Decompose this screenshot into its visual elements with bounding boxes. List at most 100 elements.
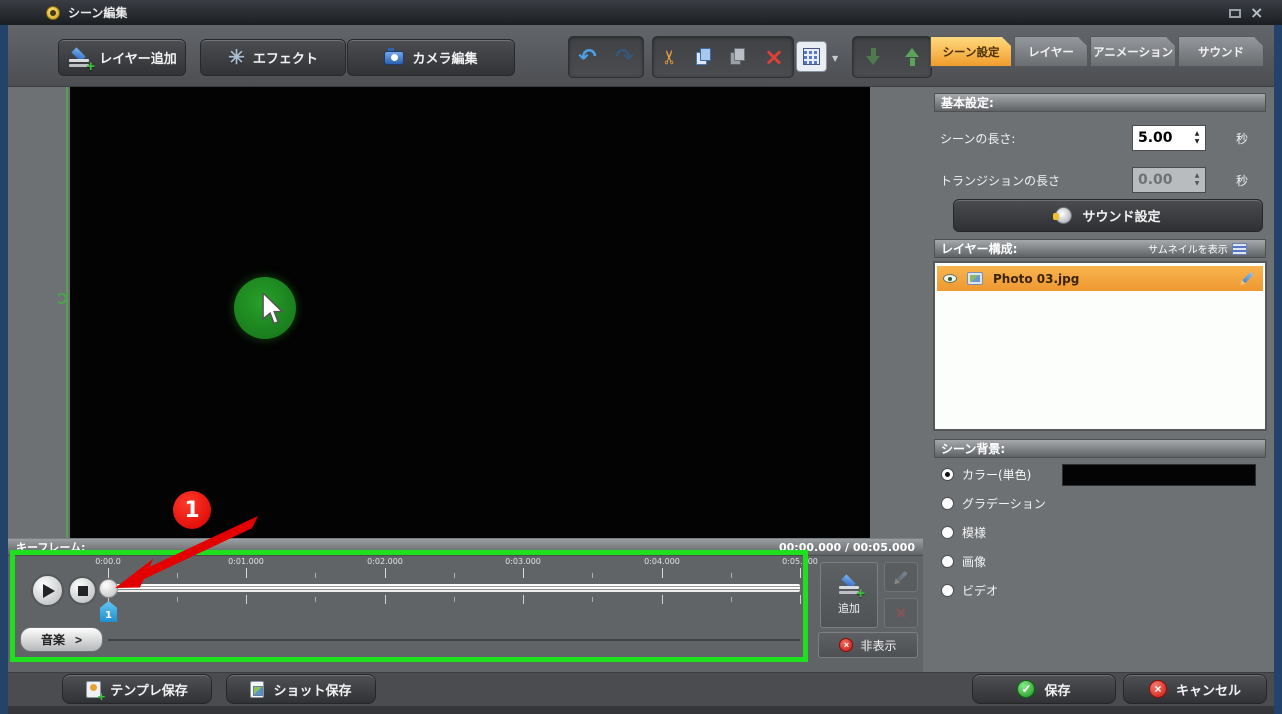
keyframe-label: キーフレーム: bbox=[16, 539, 85, 555]
tab-scene-settings[interactable]: シーン設定 bbox=[930, 36, 1012, 67]
thumbnail-list-icon[interactable] bbox=[1232, 243, 1247, 255]
cross-circle-icon: × bbox=[1149, 680, 1167, 698]
timeline-panel bbox=[8, 556, 923, 672]
template-doc-icon bbox=[86, 681, 101, 698]
spin-down-icon[interactable]: ▼ bbox=[1195, 181, 1200, 187]
music-track-button[interactable]: 音楽 > bbox=[20, 627, 103, 652]
cut-icon[interactable]: ✂ bbox=[659, 49, 681, 65]
hide-track-button[interactable]: × 非表示 bbox=[818, 632, 918, 658]
radio-selected-icon[interactable] bbox=[941, 468, 954, 481]
timeline-scrubber-handle[interactable] bbox=[99, 579, 118, 598]
bg-option-pattern[interactable]: 模様 bbox=[941, 524, 986, 541]
mouse-cursor-icon bbox=[262, 293, 284, 325]
check-circle-icon: ✓ bbox=[1017, 680, 1035, 698]
tab-animation[interactable]: アニメーション bbox=[1090, 36, 1176, 67]
grid-dropdown-caret[interactable]: ▼ bbox=[832, 54, 838, 63]
minimize-button[interactable] bbox=[1229, 9, 1241, 18]
add-layer-button[interactable]: + レイヤー追加 bbox=[58, 39, 186, 76]
delete-icon[interactable]: × bbox=[764, 47, 784, 67]
chevron-right-icon: > bbox=[75, 633, 82, 647]
transition-spin-buttons[interactable]: ▲ ▼ bbox=[1189, 168, 1205, 192]
scene-length-input[interactable] bbox=[1133, 126, 1189, 150]
delete-keyframe-button[interactable]: × bbox=[884, 598, 918, 628]
basic-settings-header: 基本設定: bbox=[934, 93, 1266, 112]
bg-option-video[interactable]: ビデオ bbox=[941, 582, 998, 599]
close-button[interactable]: × bbox=[1250, 3, 1263, 23]
scene-background-header: シーン背景: bbox=[934, 439, 1266, 458]
camera-icon bbox=[384, 51, 404, 65]
move-up-icon[interactable] bbox=[905, 48, 919, 66]
edit-keyframe-button[interactable] bbox=[884, 562, 918, 592]
camera-edit-button[interactable]: カメラ編集 bbox=[347, 39, 515, 76]
image-file-icon bbox=[967, 272, 983, 285]
music-track-line bbox=[108, 639, 800, 641]
bg-option-image[interactable]: 画像 bbox=[941, 553, 986, 570]
radio-icon[interactable] bbox=[941, 555, 954, 568]
paste-icon[interactable] bbox=[730, 48, 746, 66]
bg-option-gradient[interactable]: グラデーション bbox=[941, 495, 1046, 512]
transition-length-unit: 秒 bbox=[1236, 172, 1248, 189]
tab-layer[interactable]: レイヤー bbox=[1014, 36, 1088, 67]
save-button[interactable]: ✓ 保存 bbox=[972, 674, 1116, 704]
spin-up-icon[interactable]: ▲ bbox=[1195, 131, 1200, 137]
scene-length-unit: 秒 bbox=[1236, 130, 1248, 147]
hide-icon: × bbox=[839, 638, 853, 652]
layer-row-selected[interactable]: Photo 03.jpg bbox=[937, 266, 1263, 291]
edit-pencil-icon bbox=[894, 570, 907, 583]
spin-down-icon[interactable]: ▼ bbox=[1195, 139, 1200, 145]
guide-anchor-icon bbox=[56, 293, 67, 304]
play-icon bbox=[43, 584, 55, 598]
stop-icon bbox=[78, 586, 88, 596]
app-icon bbox=[46, 6, 60, 20]
bg-option-color[interactable]: カラー(単色) bbox=[941, 466, 1031, 483]
layer-list: Photo 03.jpg bbox=[933, 261, 1267, 431]
undo-icon[interactable]: ↶ bbox=[578, 45, 596, 70]
window-title: シーン編集 bbox=[68, 4, 127, 21]
effects-button[interactable]: ✳ エフェクト bbox=[200, 39, 346, 76]
radio-icon[interactable] bbox=[941, 584, 954, 597]
layer-name: Photo 03.jpg bbox=[993, 272, 1079, 286]
move-down-icon[interactable] bbox=[866, 48, 880, 66]
tab-sound[interactable]: サウンド bbox=[1178, 36, 1264, 67]
grid-icon bbox=[803, 48, 820, 65]
delete-x-icon: × bbox=[896, 603, 907, 624]
speaker-icon bbox=[1055, 207, 1072, 224]
keyframe-header-bar: キーフレーム: 00:00.000 / 00:05.000 bbox=[8, 538, 923, 556]
title-bar: シーン編集 bbox=[0, 0, 1282, 25]
shot-save-button[interactable]: ショット保存 bbox=[226, 674, 376, 704]
edit-pencil-icon[interactable] bbox=[1240, 272, 1253, 285]
transition-length-spinner: ▲ ▼ bbox=[1132, 167, 1206, 193]
window-frame-right bbox=[1274, 25, 1282, 714]
time-display: 00:00.000 / 00:05.000 bbox=[779, 541, 915, 554]
radio-icon[interactable] bbox=[941, 497, 954, 510]
visibility-eye-icon[interactable] bbox=[943, 274, 957, 283]
window-frame-left bbox=[0, 25, 8, 714]
show-thumbnails-link[interactable]: サムネイルを表示 bbox=[1148, 241, 1247, 256]
play-button[interactable] bbox=[31, 574, 64, 607]
transition-length-label: トランジションの長さ bbox=[940, 172, 1060, 189]
undo-redo-group: ↶ ↷ bbox=[568, 36, 644, 78]
timeline-track[interactable] bbox=[108, 584, 800, 592]
layers-icon: + bbox=[837, 575, 861, 595]
copy-icon[interactable] bbox=[696, 48, 712, 66]
cancel-button[interactable]: × キャンセル bbox=[1123, 674, 1267, 704]
layers-icon: + bbox=[67, 48, 91, 68]
window-frame-bottom bbox=[8, 706, 1274, 714]
transition-length-input[interactable] bbox=[1133, 168, 1189, 192]
scene-length-spin-buttons[interactable]: ▲ ▼ bbox=[1189, 126, 1205, 150]
grid-layout-button[interactable] bbox=[796, 41, 827, 72]
sound-settings-button[interactable]: サウンド設定 bbox=[953, 199, 1263, 232]
preview-canvas[interactable] bbox=[70, 87, 870, 538]
gear-icon: ✳ bbox=[228, 45, 245, 70]
template-save-button[interactable]: テンプレ保存 bbox=[62, 674, 212, 704]
scene-length-label: シーンの長さ: bbox=[940, 130, 1015, 147]
spin-up-icon[interactable]: ▲ bbox=[1195, 173, 1200, 179]
shot-doc-icon bbox=[250, 681, 264, 698]
scene-edit-window: シーン編集 × + レイヤー追加 ✳ エフェクト カメラ編集 ↶ ↷ ✂ × bbox=[0, 0, 1282, 714]
redo-icon[interactable]: ↷ bbox=[615, 45, 633, 70]
radio-icon[interactable] bbox=[941, 526, 954, 539]
background-color-swatch[interactable] bbox=[1062, 464, 1256, 486]
add-keyframe-button[interactable]: + 追加 bbox=[820, 562, 878, 628]
scene-length-spinner: ▲ ▼ bbox=[1132, 125, 1206, 151]
stop-button[interactable] bbox=[68, 576, 97, 605]
